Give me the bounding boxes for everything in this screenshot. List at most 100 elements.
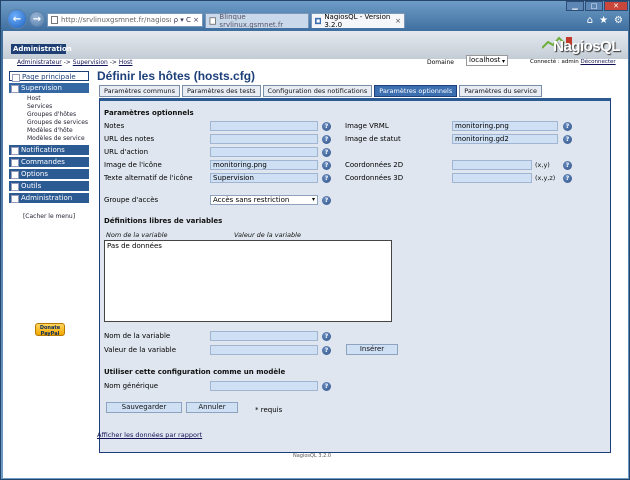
col-var-value: Valeur de la variable <box>234 231 301 239</box>
help-icon[interactable]: ? <box>563 122 572 131</box>
arrow-left-icon: ← <box>12 13 22 25</box>
help-icon[interactable]: ? <box>322 174 331 183</box>
menu-commandes[interactable]: Commandes <box>9 157 89 167</box>
menu-notifications[interactable]: Notifications <box>9 145 89 155</box>
browser-window: ← → http://srvlinuxgsmnet.fr/nagiosql/ad… <box>0 0 630 480</box>
sidebar-item-host[interactable]: Host <box>9 95 89 103</box>
access-group-select[interactable]: Accès sans restriction ▾ <box>210 195 318 205</box>
notes-input[interactable] <box>210 121 318 131</box>
notes-label: Notes <box>104 122 125 130</box>
menu-page-principale[interactable]: Page principale <box>9 71 89 82</box>
generic-name-label: Nom générique <box>104 382 159 390</box>
logo-text: NagiosQL <box>553 38 620 55</box>
footer-version: NagiosQL 3.2.0 <box>293 453 332 459</box>
section-title: Administration <box>11 44 72 54</box>
breadcrumb-link[interactable]: Supervision <box>73 59 108 66</box>
browser-tab-2[interactable]: NagiosQL - Version 3.2.0 × <box>311 13 405 29</box>
maximize-button[interactable]: □ <box>585 1 603 11</box>
breadcrumb: Administrateur -> Supervision -> Host <box>17 59 133 66</box>
address-bar[interactable]: http://srvlinuxgsmnet.fr/nagiosql/ad ρ ▾… <box>47 13 203 27</box>
save-button[interactable]: Sauvegarder <box>106 402 182 413</box>
page-icon <box>51 16 58 24</box>
action-url-label: URL d'action <box>104 148 149 156</box>
vrml-image-input[interactable]: monitoring.png <box>452 121 558 131</box>
coord-2d-input[interactable] <box>452 160 532 170</box>
help-icon[interactable]: ? <box>563 135 572 144</box>
nagios-favicon-icon <box>315 17 322 25</box>
help-icon[interactable]: ? <box>322 332 331 341</box>
minimize-button[interactable]: ▁ <box>566 1 584 11</box>
donate-button[interactable]: Donate PayPal <box>35 323 65 337</box>
menu-administration[interactable]: Administration <box>9 193 89 203</box>
help-icon[interactable]: ? <box>322 346 331 355</box>
star-icon[interactable]: ★ <box>599 15 608 26</box>
menu-supervision[interactable]: Supervision <box>9 83 89 93</box>
nagiosql-logo: NagiosQL <box>540 34 620 56</box>
help-icon[interactable]: ? <box>322 382 331 391</box>
notes-url-input[interactable] <box>210 134 318 144</box>
help-icon[interactable]: ? <box>563 174 572 183</box>
icon-alt-label: Texte alternatif de l'icône <box>104 174 193 182</box>
help-icon[interactable]: ? <box>322 135 331 144</box>
icon-image-input[interactable]: monitoring.png <box>210 160 318 170</box>
help-icon[interactable]: ? <box>322 148 331 157</box>
breadcrumb-link[interactable]: Host <box>119 59 133 66</box>
section-vars-heading: Définitions libres de variables <box>104 217 223 225</box>
var-value-label: Valeur de la variable <box>104 346 176 354</box>
sidebar-item-service-templates[interactable]: Modèles de service <box>9 135 89 143</box>
section-template-heading: Utiliser cette configuration comme un mo… <box>104 368 286 376</box>
vrml-image-label: Image VRML <box>345 122 389 130</box>
variables-list[interactable]: Pas de données <box>104 240 392 322</box>
tab-tests[interactable]: Paramètres des tests <box>181 85 261 97</box>
icon-image-label: Image de l'icône <box>104 161 162 169</box>
address-controls-icon[interactable]: ρ ▾ C × <box>174 16 202 24</box>
app-header: Administration NagiosQL <box>3 31 628 59</box>
sidebar-item-host-groups[interactable]: Groupes d'hôtes <box>9 111 89 119</box>
sidebar: Page principale Supervision Host Service… <box>9 71 89 220</box>
sidebar-item-services[interactable]: Services <box>9 103 89 111</box>
action-url-input[interactable] <box>210 147 318 157</box>
forward-button[interactable]: → <box>29 11 45 27</box>
var-value-input[interactable] <box>210 345 318 355</box>
help-icon[interactable]: ? <box>322 161 331 170</box>
hide-menu-link[interactable]: [Cacher le menu] <box>9 213 89 220</box>
close-window-button[interactable]: ✕ <box>604 1 628 11</box>
icon-alt-input[interactable]: Supervision <box>210 173 318 183</box>
coord-3d-input[interactable] <box>452 173 532 183</box>
coord-3d-label: Coordonnées 3D <box>345 174 404 182</box>
back-button[interactable]: ← <box>7 9 27 29</box>
cancel-button[interactable]: Annuler <box>186 402 238 413</box>
tab-optional[interactable]: Paramètres optionnels <box>374 85 458 97</box>
help-icon[interactable]: ? <box>322 122 331 131</box>
domaine-select[interactable]: localhost ▾ <box>466 55 508 66</box>
help-icon[interactable]: ? <box>322 196 331 205</box>
col-var-name: Nom de la variable <box>106 231 168 239</box>
tab-common[interactable]: Paramètres communs <box>99 85 180 97</box>
tab-notifications[interactable]: Configuration des notifications <box>262 85 373 97</box>
show-data-link[interactable]: Afficher les données par rapport <box>97 431 202 439</box>
browser-tools: ⌂ ★ ⚙ <box>587 15 623 26</box>
sidebar-item-service-groups[interactable]: Groupes de services <box>9 119 89 127</box>
required-note: * requis <box>255 406 283 414</box>
disconnect-link[interactable]: Déconnecter <box>580 59 615 65</box>
help-icon[interactable]: ? <box>563 161 572 170</box>
breadcrumb-link[interactable]: Administrateur <box>17 59 62 66</box>
section-optional-heading: Paramètres optionnels <box>104 109 194 117</box>
gear-icon[interactable]: ⚙ <box>614 15 623 26</box>
coord-2d-unit: (x,y) <box>535 161 550 169</box>
breadcrumb-separator: -> <box>107 59 119 66</box>
sidebar-item-host-templates[interactable]: Modèles d'hôte <box>9 127 89 135</box>
options-panel: Paramètres optionnels Notes ? URL des no… <box>99 98 611 453</box>
status-image-input[interactable]: monitoring.gd2 <box>452 134 558 144</box>
close-icon[interactable]: × <box>395 17 401 25</box>
insert-button[interactable]: Insérer <box>346 344 398 355</box>
menu-options[interactable]: Options <box>9 169 89 179</box>
generic-name-input[interactable] <box>210 381 318 391</box>
home-icon[interactable]: ⌂ <box>587 15 593 26</box>
chevron-down-icon: ▾ <box>501 58 505 65</box>
no-data-text: Pas de données <box>107 242 162 250</box>
tab-service[interactable]: Paramètres du service <box>459 85 542 97</box>
var-name-input[interactable] <box>210 331 318 341</box>
browser-tab-1[interactable]: Blinque srvlinux.gsmnet.fr <box>205 13 309 29</box>
menu-outils[interactable]: Outils <box>9 181 89 191</box>
